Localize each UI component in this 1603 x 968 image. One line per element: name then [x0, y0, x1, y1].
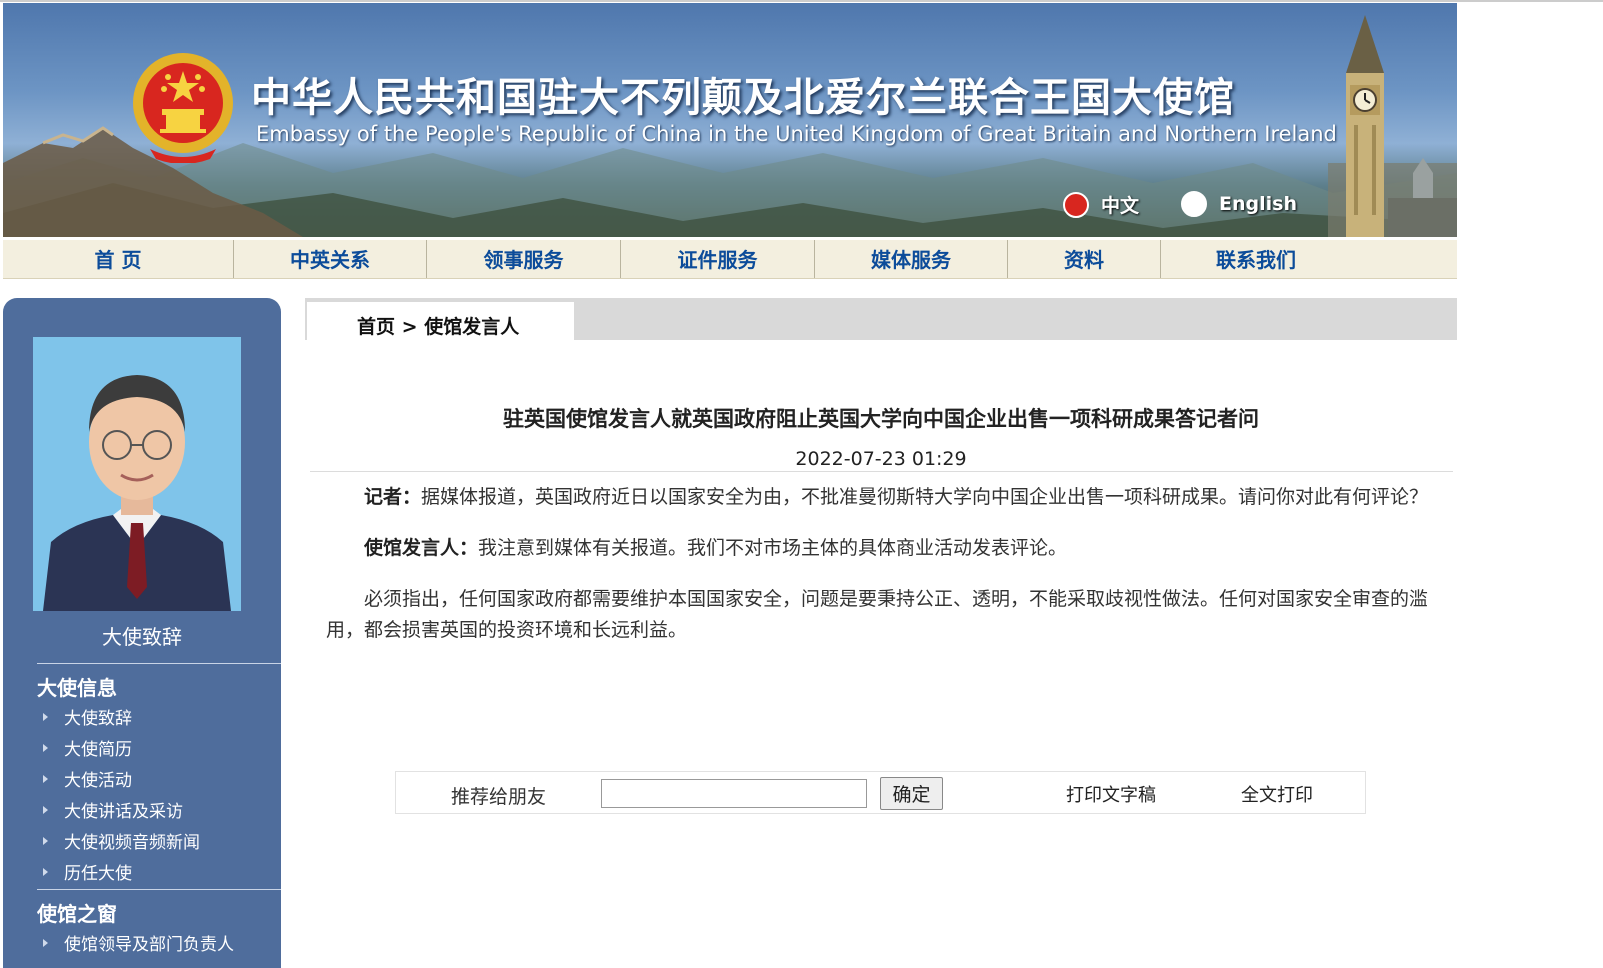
nav-resources[interactable]: 资料: [1008, 240, 1161, 278]
embassy-title-chinese: 中华人民共和国驻大不列颠及北爱尔兰联合王国大使馆: [251, 74, 1235, 121]
sidebar-item-ambassador-av-news[interactable]: 大使视频音频新闻: [43, 828, 200, 859]
section-embassy-window-title: 使馆之窗: [37, 902, 117, 926]
divider: [37, 663, 281, 664]
ambassador-info-list: 大使致辞 大使简历 大使活动 大使讲话及采访 大使视频音频新闻 历任大使: [43, 704, 200, 890]
nav-document-services[interactable]: 证件服务: [621, 240, 815, 278]
breadcrumb-separator: >: [401, 316, 418, 338]
question-label: 记者：: [364, 486, 422, 508]
header-banner: 中华人民共和国驻大不列颠及北爱尔兰联合王国大使馆 Embassy of the …: [3, 3, 1457, 237]
article-title: 驻英国使馆发言人就英国政府阻止英国大学向中国企业出售一项科研成果答记者问: [503, 407, 1259, 431]
article-body: 记者：据媒体报道，英国政府近日以国家安全为由，不批准曼彻斯特大学向中国企业出售一…: [326, 482, 1438, 666]
nav-consular-services[interactable]: 领事服务: [427, 240, 621, 278]
print-full-link[interactable]: 全文打印: [1241, 781, 1313, 807]
article-paragraph-3: 必须指出，任何国家政府都需要维护本国国家安全，问题是要秉持公正、透明，不能采取歧…: [326, 588, 1429, 641]
recommend-email-input[interactable]: [601, 779, 867, 808]
nav-media-services[interactable]: 媒体服务: [815, 240, 1008, 278]
lang-chinese-label: 中文: [1101, 195, 1140, 217]
article-paragraph-question: 记者：据媒体报道，英国政府近日以国家安全为由，不批准曼彻斯特大学向中国企业出售一…: [326, 482, 1438, 513]
divider: [37, 889, 281, 890]
china-flag-icon: [1063, 191, 1089, 218]
big-ben-illustration: [1328, 15, 1457, 237]
recommend-label: 推荐给朋友: [451, 786, 547, 808]
divider: [310, 471, 1453, 472]
nav-contact-us[interactable]: 联系我们: [1161, 240, 1351, 278]
bullet-arrow-icon: [43, 775, 48, 783]
breadcrumb-current[interactable]: 使馆发言人: [424, 316, 519, 338]
sidebar: 大使致辞 大使信息 大使致辞 大使简历 大使活动 大使讲话及采访 大使视频音频新…: [3, 298, 281, 968]
sidebar-item-ambassador-speech[interactable]: 大使致辞: [43, 704, 200, 735]
article-paragraph-answer: 使馆发言人：我注意到媒体有关报道。我们不对市场主体的具体商业活动发表评论。: [326, 533, 1438, 564]
bullet-arrow-icon: [43, 939, 48, 947]
bullet-arrow-icon: [43, 744, 48, 752]
national-emblem-icon: [133, 53, 233, 163]
ambassador-speech-link[interactable]: 大使致辞: [3, 621, 281, 650]
bullet-arrow-icon: [43, 806, 48, 814]
answer-text: 我注意到媒体有关报道。我们不对市场主体的具体商业活动发表评论。: [478, 537, 1068, 559]
ambassador-portrait-image: [33, 337, 241, 611]
breadcrumb-tab: 首页 > 使馆发言人: [307, 302, 574, 340]
main-navigation: 首 页 中英关系 领事服务 证件服务 媒体服务 资料 联系我们: [3, 240, 1457, 279]
bullet-arrow-icon: [43, 868, 48, 876]
bullet-arrow-icon: [43, 713, 48, 721]
embassy-window-list: 使馆领导及部门负责人: [43, 930, 234, 961]
sidebar-item-embassy-leaders[interactable]: 使馆领导及部门负责人: [43, 930, 234, 961]
print-text-link[interactable]: 打印文字稿: [1066, 781, 1156, 807]
bullet-arrow-icon: [43, 837, 48, 845]
sidebar-item-ambassador-profile[interactable]: 大使简历: [43, 735, 200, 766]
uk-flag-icon: [1181, 191, 1207, 217]
sidebar-item-former-ambassadors[interactable]: 历任大使: [43, 859, 200, 890]
top-border: [0, 0, 1603, 2]
section-ambassador-info-title: 大使信息: [37, 676, 117, 700]
article-tools: 推荐给朋友 确定 打印文字稿 全文打印: [395, 771, 1366, 814]
embassy-title-english: Embassy of the People's Republic of Chin…: [256, 122, 1337, 146]
nav-china-uk-relations[interactable]: 中英关系: [234, 240, 427, 278]
article-date: 2022-07-23 01:29: [795, 448, 967, 470]
sidebar-item-ambassador-activities[interactable]: 大使活动: [43, 766, 200, 797]
lang-english-label: English: [1219, 193, 1297, 215]
answer-label: 使馆发言人：: [364, 537, 479, 559]
lang-switch-chinese[interactable]: 中文: [1063, 191, 1139, 218]
breadcrumb-home[interactable]: 首页: [357, 316, 395, 338]
question-text: 据媒体报道，英国政府近日以国家安全为由，不批准曼彻斯特大学向中国企业出售一项科研…: [421, 486, 1429, 508]
confirm-button[interactable]: 确定: [880, 777, 943, 810]
lang-switch-english[interactable]: English: [1181, 191, 1297, 217]
breadcrumb-bar: 首页 > 使馆发言人: [305, 298, 1457, 340]
nav-home[interactable]: 首 页: [3, 240, 234, 278]
breadcrumb: 首页 > 使馆发言人: [357, 312, 519, 339]
sidebar-item-ambassador-interviews[interactable]: 大使讲话及采访: [43, 797, 200, 828]
ambassador-photo[interactable]: [33, 337, 241, 611]
